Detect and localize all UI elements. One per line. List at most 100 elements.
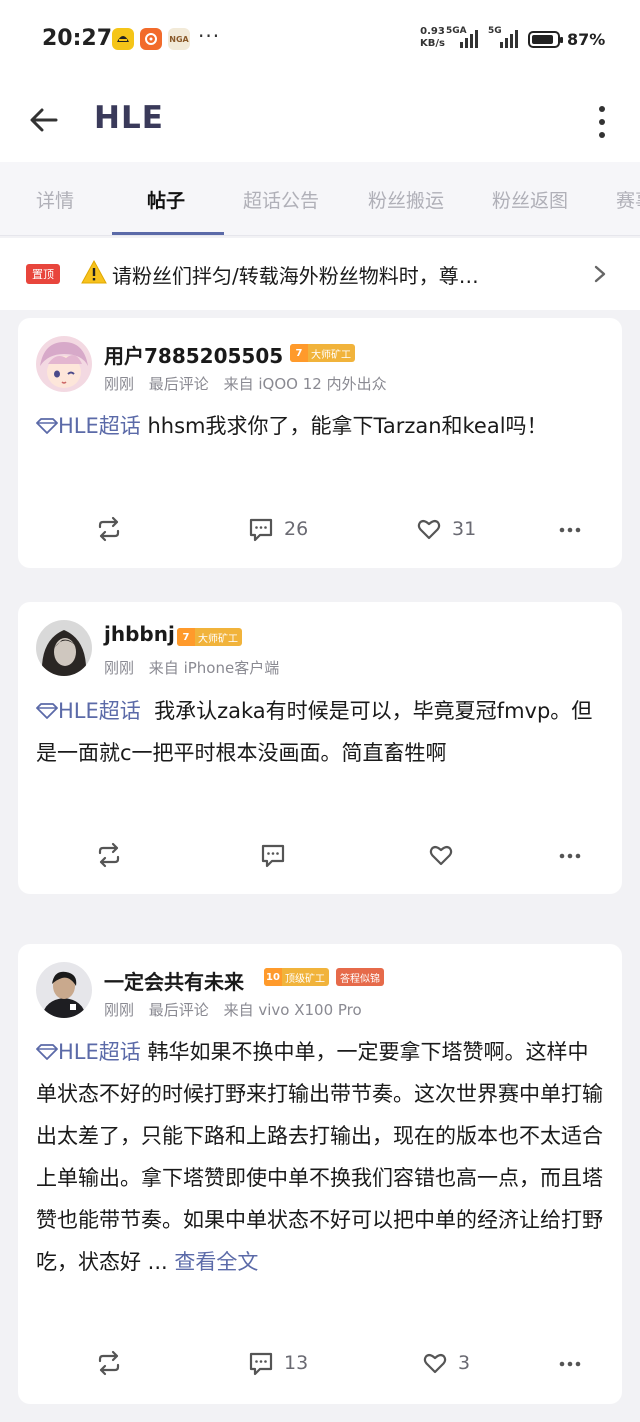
level-number: 7	[290, 344, 308, 362]
post-actions	[18, 842, 622, 882]
like-button[interactable]	[428, 842, 464, 868]
nga-icon: NGA	[168, 28, 190, 50]
comment-button[interactable]	[260, 842, 296, 868]
level-title: 顶级矿工	[285, 973, 325, 985]
avatar[interactable]	[36, 620, 92, 676]
repost-button[interactable]	[96, 842, 122, 868]
read-more-link[interactable]: 查看全文	[174, 1250, 258, 1274]
avatar[interactable]	[36, 336, 92, 392]
post-source: 来自 iPhone客户端	[148, 659, 280, 677]
signal-icon-2	[500, 30, 518, 48]
last-comment-label: 最后评论	[148, 1001, 209, 1019]
post-time: 刚刚	[104, 1001, 135, 1019]
post-text: hhsm我求你了，能拿下Tarzan和keal吗！	[147, 414, 548, 438]
level-badge: 7 大师矿工	[290, 344, 355, 362]
game-icon	[140, 28, 162, 50]
level-badge: 10 顶级矿工	[264, 968, 329, 986]
post-meta: 刚刚 最后评论 来自 vivo X100 Pro	[104, 999, 372, 1020]
tab-fan-photos[interactable]: 粉丝返图	[492, 186, 568, 213]
warning-icon	[80, 258, 108, 286]
comment-count: 26	[284, 518, 309, 540]
more-vertical-icon[interactable]	[592, 104, 612, 140]
topic-diamond-icon	[36, 418, 58, 434]
like-count: 31	[452, 518, 477, 540]
app-icon	[112, 28, 134, 50]
battery-icon	[528, 31, 563, 48]
post-time: 刚刚	[104, 375, 135, 393]
level-title: 大师矿工	[198, 633, 238, 645]
post-meta: 刚刚 最后评论 来自 iQOO 12 内外出众	[104, 373, 397, 394]
tab-fan-repost[interactable]: 粉丝搬运	[368, 186, 444, 213]
repost-icon	[98, 842, 120, 868]
chevron-right-icon[interactable]	[592, 264, 608, 284]
level-number: 7	[177, 628, 195, 646]
comment-icon	[249, 1352, 273, 1376]
status-bar: 20:27 NGA ··· 0.93 KB/s 5GA 5G 87%	[0, 0, 640, 80]
avatar[interactable]	[36, 962, 92, 1018]
like-button[interactable]: 31	[416, 516, 476, 542]
arrow-left-icon[interactable]	[26, 102, 62, 138]
like-button[interactable]: 3	[422, 1350, 470, 1376]
more-notifications: ···	[198, 24, 221, 48]
net-speed: 0.93 KB/s	[420, 26, 445, 49]
post-content[interactable]: HLE超话 韩华如果不换中单，一定要拿下塔赞啊。这样中单状态不好的时候打野来打输…	[36, 1031, 608, 1283]
post-meta: 刚刚 来自 iPhone客户端	[104, 657, 289, 678]
topic-diamond-icon	[36, 1044, 58, 1060]
level-title: 大师矿工	[311, 349, 351, 361]
topic-link[interactable]: HLE超话	[36, 414, 141, 438]
post-actions: 26 31	[18, 516, 622, 556]
post-text: 韩华如果不换中单，一定要拿下塔赞啊。这样中单状态不好的时候打野来打输出带节奏。这…	[36, 1040, 603, 1274]
level-badge: 7 大师矿工	[177, 628, 242, 646]
post-card[interactable]: 一定会共有未来 10 顶级矿工 答程似锦 刚刚 最后评论 来自 vivo X10…	[18, 944, 622, 1404]
comment-icon	[261, 844, 285, 868]
post-more-button[interactable]	[558, 1350, 582, 1376]
post-card[interactable]: 用户7885205505 7 大师矿工 刚刚 最后评论 来自 iQOO 12 内…	[18, 318, 622, 568]
pinned-post[interactable]: 置顶 请粉丝们拌匀/转载海外粉丝物料时，尊…	[0, 238, 640, 310]
tab-announcement[interactable]: 超话公告	[243, 186, 319, 213]
tab-indicator	[112, 232, 224, 235]
tab-bar: 详情 帖子 超话公告 粉丝搬运 粉丝返图 赛事	[0, 162, 640, 236]
heart-icon	[417, 519, 441, 540]
username[interactable]: jhbbnj	[104, 622, 175, 646]
post-content[interactable]: HLE超话 hhsm我求你了，能拿下Tarzan和keal吗！	[36, 405, 608, 447]
topic-link[interactable]: HLE超话	[36, 1040, 141, 1064]
topic-link[interactable]: HLE超话	[36, 699, 141, 723]
like-count: 3	[458, 1352, 471, 1374]
repost-button[interactable]	[96, 516, 122, 542]
post-actions: 13 3	[18, 1350, 622, 1390]
comment-count: 13	[284, 1352, 309, 1374]
heart-icon	[423, 1353, 447, 1374]
username[interactable]: 用户7885205505	[104, 340, 283, 369]
last-comment-label: 最后评论	[148, 375, 209, 393]
status-time: 20:27	[42, 26, 113, 51]
tab-posts[interactable]: 帖子	[147, 186, 185, 213]
heart-icon	[429, 845, 453, 866]
topic-label: HLE超话	[58, 414, 141, 438]
repost-icon	[98, 516, 120, 542]
repost-button[interactable]	[96, 1350, 122, 1376]
more-horizontal-icon	[559, 1361, 581, 1367]
comment-button[interactable]: 26	[248, 516, 308, 542]
topic-label: HLE超话	[58, 699, 141, 723]
post-more-button[interactable]	[558, 516, 582, 542]
tab-details[interactable]: 详情	[36, 186, 74, 213]
repost-icon	[98, 1350, 120, 1376]
post-card[interactable]: jhbbnj 7 大师矿工 刚刚 来自 iPhone客户端 HLE超话 我承认z…	[18, 602, 622, 894]
post-source: 来自 vivo X100 Pro	[223, 1001, 362, 1019]
pinned-text: 请粉丝们拌匀/转载海外粉丝物料时，尊…	[112, 264, 479, 288]
post-source: 来自 iQOO 12 内外出众	[223, 375, 387, 393]
battery-text: 87%	[567, 30, 606, 49]
ellipsis: ...	[141, 1250, 168, 1274]
comment-button[interactable]: 13	[248, 1350, 308, 1376]
username[interactable]: 一定会共有未来	[104, 966, 244, 995]
topic-diamond-icon	[36, 703, 58, 719]
post-content[interactable]: HLE超话 我承认zaka有时候是可以，毕竟夏冠fmvp。但是一面就c一把平时根…	[36, 690, 608, 774]
signal-icon	[460, 30, 478, 48]
page-title: HLE	[94, 100, 164, 136]
fan-tag-badge: 答程似锦	[336, 968, 384, 986]
topic-label: HLE超话	[58, 1040, 141, 1064]
pinned-badge: 置顶	[26, 264, 60, 284]
tab-matches[interactable]: 赛事	[616, 186, 640, 213]
battery-fill	[532, 35, 553, 44]
post-more-button[interactable]	[558, 842, 582, 868]
